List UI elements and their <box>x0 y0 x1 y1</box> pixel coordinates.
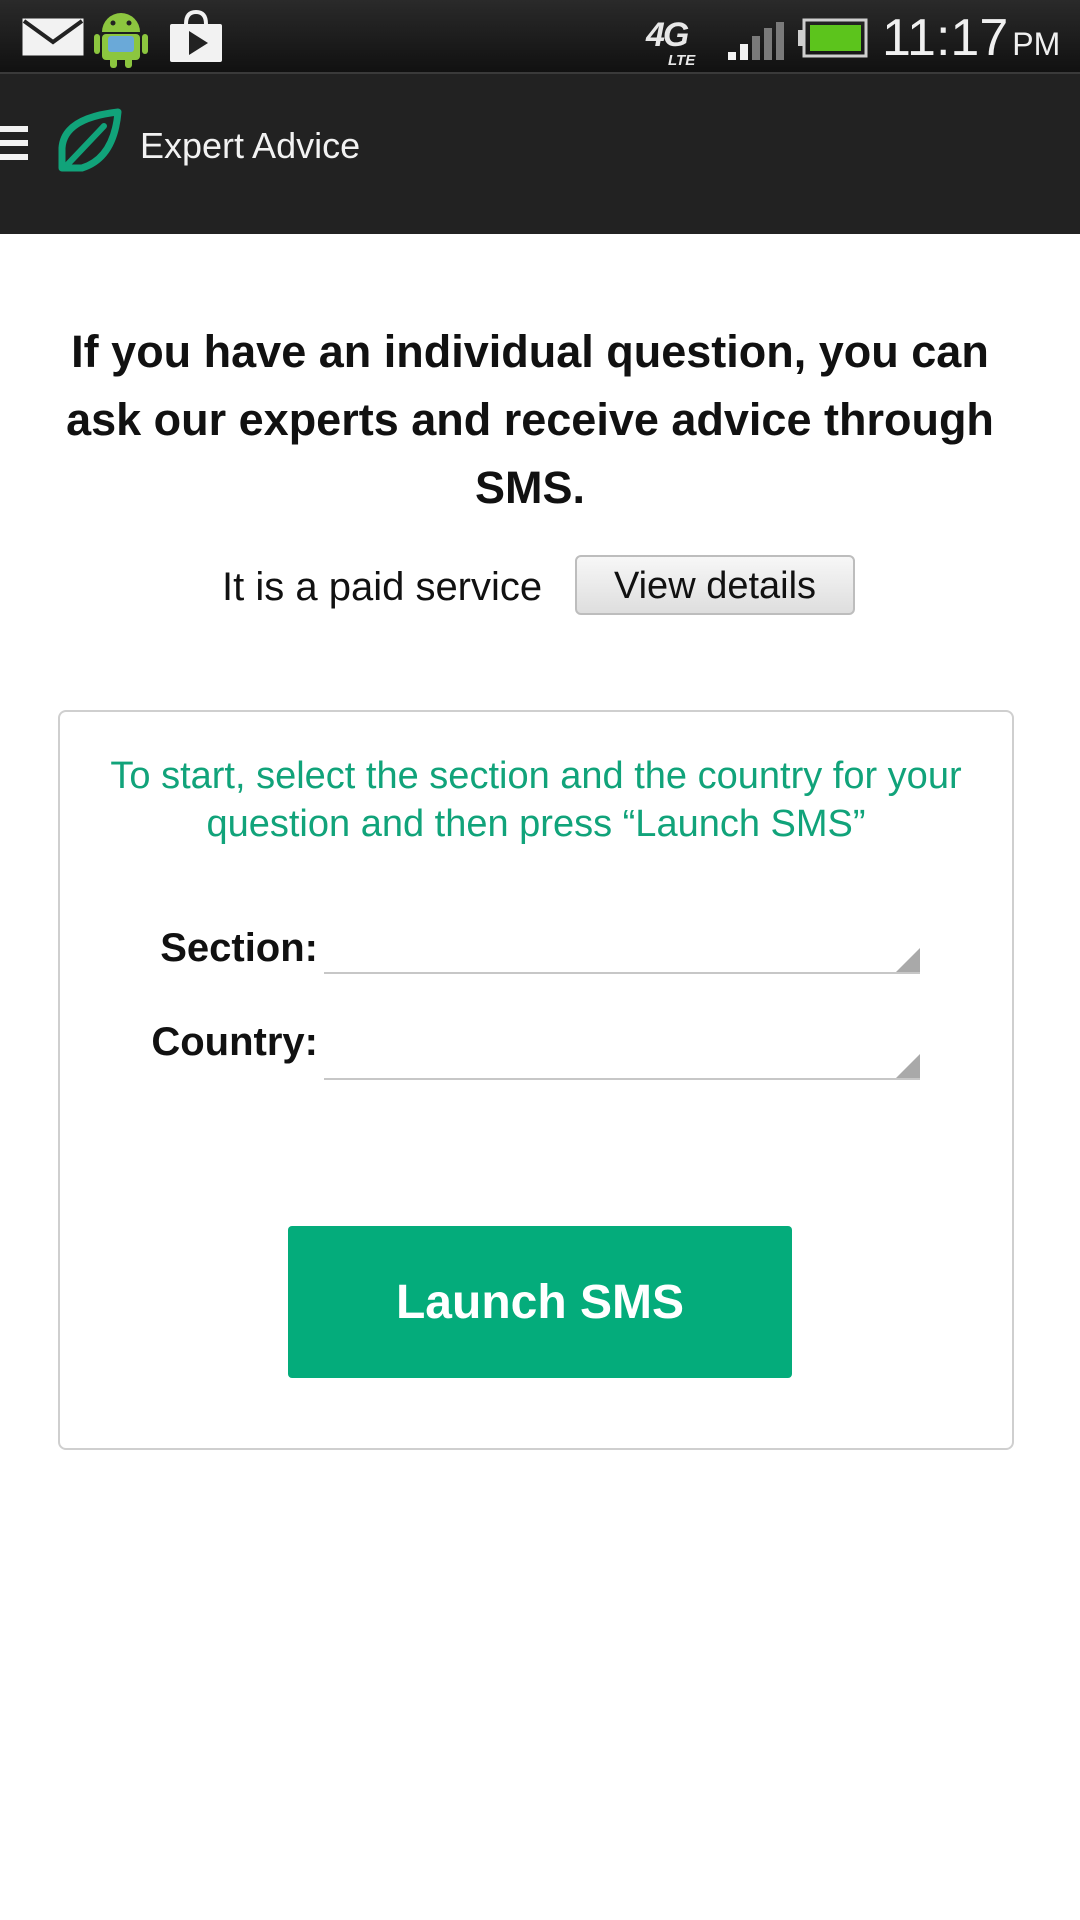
paid-service-text: It is a paid service <box>222 565 543 609</box>
sms-form-card: To start, select the section and the cou… <box>58 710 1014 1450</box>
battery-icon <box>798 18 868 63</box>
app-title: Expert Advice <box>140 125 361 166</box>
view-details-button[interactable]: View details <box>575 555 855 615</box>
section-label: Section: <box>160 926 318 970</box>
clock-time: 11:17 <box>882 9 1009 67</box>
leaf-icon[interactable] <box>56 108 122 179</box>
paid-service-row: It is a paid service View details <box>0 555 1080 619</box>
section-select[interactable] <box>324 924 920 974</box>
app-bar: Expert Advice <box>0 74 1080 234</box>
network-subtype: LTE <box>668 52 696 69</box>
signal-icon <box>728 22 784 67</box>
android-icon <box>94 6 148 75</box>
status-time: 11:17 PM <box>882 8 1060 74</box>
headline: If you have an individual question, you … <box>66 326 994 513</box>
network-indicator: 4G LTE <box>646 16 695 69</box>
dropdown-arrow-icon <box>896 948 920 972</box>
mail-icon <box>22 18 84 61</box>
clock-ampm: PM <box>1012 26 1061 62</box>
instructions-text: To start, select the section and the cou… <box>110 755 962 845</box>
menu-icon[interactable] <box>0 126 28 165</box>
play-store-icon <box>168 9 224 69</box>
network-type: 4G <box>646 16 689 54</box>
launch-sms-button[interactable]: Launch SMS <box>288 1226 792 1378</box>
status-bar: 4G LTE 11:17 PM <box>0 0 1080 74</box>
country-select[interactable] <box>324 1030 920 1080</box>
dropdown-arrow-icon <box>896 1054 920 1078</box>
country-label: Country: <box>151 1020 318 1064</box>
